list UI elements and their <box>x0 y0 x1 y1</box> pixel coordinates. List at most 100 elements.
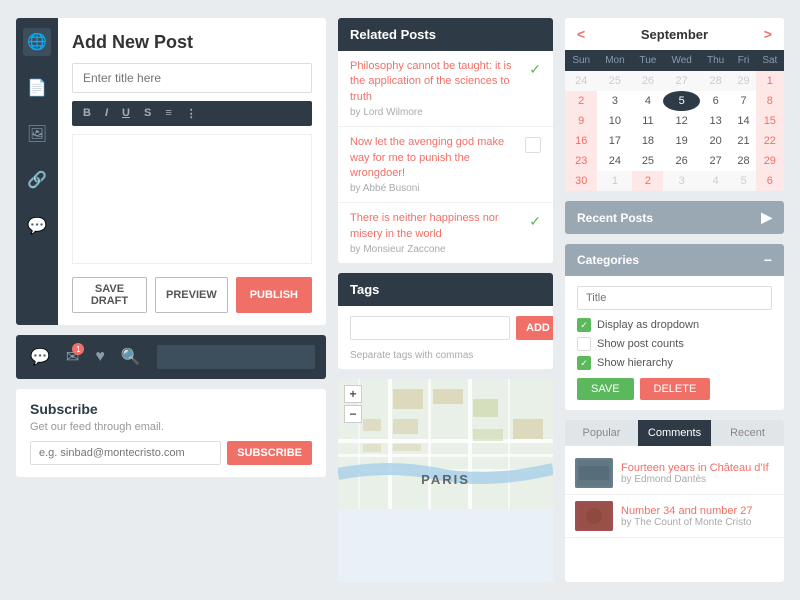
cal-day[interactable]: 8 <box>756 91 784 111</box>
delete-category-button[interactable]: DELETE <box>640 378 711 400</box>
calendar-prev-btn[interactable]: < <box>577 26 585 42</box>
cal-day[interactable]: 21 <box>731 131 755 151</box>
cal-day[interactable]: 6 <box>756 171 784 191</box>
cal-day[interactable]: 3 <box>597 91 632 111</box>
cal-day[interactable]: 22 <box>756 131 784 151</box>
cal-day[interactable]: 18 <box>632 131 663 151</box>
editor-sidebar: 🌐 📄 🖼 🔗 💬 <box>16 18 58 325</box>
cal-day[interactable]: 24 <box>565 71 597 91</box>
tags-header: Tags <box>338 273 553 306</box>
cal-weekday-wed: Wed <box>663 50 699 71</box>
strike-btn[interactable]: S <box>141 106 154 121</box>
cal-day[interactable]: 26 <box>632 71 663 91</box>
comment-icon[interactable]: 💬 <box>23 212 51 240</box>
heart-icon[interactable]: ♥ <box>95 348 105 366</box>
cat-checkbox-counts[interactable] <box>577 337 591 351</box>
list-btn[interactable]: ≡ <box>162 106 174 121</box>
cal-day[interactable]: 27 <box>700 151 732 171</box>
cat-checkbox-dropdown[interactable]: ✓ <box>577 318 591 332</box>
calendar-next-btn[interactable]: > <box>764 26 772 42</box>
cal-weekday-tue: Tue <box>632 50 663 71</box>
categories-accordion-header[interactable]: Categories − <box>565 244 784 276</box>
map-zoom-in[interactable]: + <box>344 385 362 403</box>
cal-day[interactable]: 15 <box>756 111 784 131</box>
tab-recent[interactable]: Recent <box>711 420 784 446</box>
search-icon[interactable]: 🔍 <box>121 347 141 367</box>
cal-day[interactable]: 7 <box>731 91 755 111</box>
link-icon[interactable]: 🔗 <box>23 166 51 194</box>
cat-option-label-counts: Show post counts <box>597 338 684 350</box>
cal-day[interactable]: 19 <box>663 131 699 151</box>
social-search-input[interactable] <box>157 345 315 369</box>
recent-post-title-2[interactable]: Number 34 and number 27 <box>621 505 752 517</box>
cal-day[interactable]: 28 <box>700 71 732 91</box>
related-posts-panel: Related Posts Philosophy cannot be taugh… <box>338 18 553 263</box>
post-check-empty-2[interactable] <box>525 137 541 153</box>
bold-btn[interactable]: B <box>80 106 94 121</box>
cal-day[interactable]: 20 <box>700 131 732 151</box>
recent-post-author-1: by Edmond Dantès <box>621 474 769 485</box>
category-title-input[interactable] <box>577 286 772 310</box>
cal-day[interactable]: 2 <box>565 91 597 111</box>
cal-day[interactable]: 2 <box>632 171 663 191</box>
cal-day[interactable]: 16 <box>565 131 597 151</box>
save-draft-button[interactable]: SAVE DRAFT <box>72 277 147 313</box>
cal-day[interactable]: 30 <box>565 171 597 191</box>
cal-day[interactable]: 25 <box>632 151 663 171</box>
email-icon[interactable]: ✉ 1 <box>66 347 79 367</box>
cat-checkbox-hierarchy[interactable]: ✓ <box>577 356 591 370</box>
cal-day[interactable]: 23 <box>565 151 597 171</box>
recent-post-title-1[interactable]: Fourteen years in Château d'If <box>621 462 769 474</box>
related-post-title-1[interactable]: Philosophy cannot be taught: it is the a… <box>350 59 523 105</box>
cal-day[interactable]: 29 <box>756 151 784 171</box>
cal-day[interactable]: 4 <box>700 171 732 191</box>
globe-icon[interactable]: 🌐 <box>23 28 51 56</box>
preview-button[interactable]: PREVIEW <box>155 277 228 313</box>
tab-popular[interactable]: Popular <box>565 420 638 446</box>
cal-day[interactable]: 26 <box>663 151 699 171</box>
cal-day[interactable]: 12 <box>663 111 699 131</box>
subscribe-button[interactable]: SUBSCRIBE <box>227 441 312 465</box>
cal-day[interactable]: 11 <box>632 111 663 131</box>
cal-day[interactable]: 5 <box>731 171 755 191</box>
cat-option-hierarchy: ✓ Show hierarchy <box>577 356 772 370</box>
cal-day[interactable]: 9 <box>565 111 597 131</box>
cal-day[interactable]: 27 <box>663 71 699 91</box>
file-icon[interactable]: 📄 <box>23 74 51 102</box>
cal-day[interactable]: 28 <box>731 151 755 171</box>
cal-day[interactable]: 13 <box>700 111 732 131</box>
chat-icon[interactable]: 💬 <box>30 347 50 367</box>
save-category-button[interactable]: SAVE <box>577 378 634 400</box>
cal-day[interactable]: 29 <box>731 71 755 91</box>
indent-btn[interactable]: ⋮ <box>183 106 200 121</box>
publish-button[interactable]: PUBLISH <box>236 277 312 313</box>
cal-day[interactable]: 1 <box>756 71 784 91</box>
related-post-title-2[interactable]: Now let the avenging god make way for me… <box>350 135 519 181</box>
cal-day[interactable]: 1 <box>597 171 632 191</box>
cal-day[interactable]: 4 <box>632 91 663 111</box>
cal-day[interactable]: 10 <box>597 111 632 131</box>
recent-posts-accordion-header[interactable]: Recent Posts ▶ <box>565 201 784 234</box>
tags-input[interactable] <box>350 316 510 340</box>
cal-day[interactable]: 17 <box>597 131 632 151</box>
cal-day[interactable]: 14 <box>731 111 755 131</box>
related-post-title-3[interactable]: There is neither happiness nor misery in… <box>350 211 523 242</box>
recent-posts-label: Recent Posts <box>577 211 653 225</box>
recent-posts-arrow: ▶ <box>761 209 772 226</box>
map-city-label: PARIS <box>421 472 470 487</box>
italic-btn[interactable]: I <box>102 106 111 121</box>
tab-comments[interactable]: Comments <box>638 420 711 446</box>
add-tag-button[interactable]: ADD <box>516 316 553 340</box>
map-zoom-out[interactable]: − <box>344 405 362 423</box>
underline-btn[interactable]: U <box>119 106 133 121</box>
editor-toolbar: B I U S ≡ ⋮ <box>72 101 312 126</box>
post-title-input[interactable] <box>72 63 312 93</box>
post-content-textarea[interactable] <box>72 134 312 264</box>
subscribe-email-input[interactable] <box>30 441 221 465</box>
cal-day[interactable]: 6 <box>700 91 732 111</box>
cal-day-today[interactable]: 5 <box>663 91 699 111</box>
cal-day[interactable]: 25 <box>597 71 632 91</box>
cal-day[interactable]: 24 <box>597 151 632 171</box>
image-icon[interactable]: 🖼 <box>23 120 51 148</box>
cal-day[interactable]: 3 <box>663 171 699 191</box>
